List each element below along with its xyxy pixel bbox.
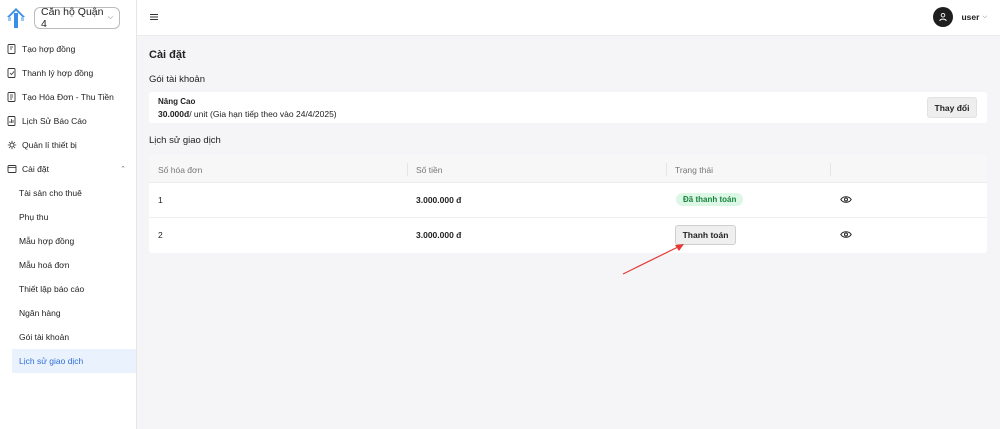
table-row: 2 3.000.000 đ Thanh toán xyxy=(149,218,987,253)
sidebar: Căn hộ Quận 4 ⌵ Tạo hợp đồng Thanh lý hợ… xyxy=(0,0,137,429)
invoice-number: 1 xyxy=(158,195,163,205)
sidebar-item-label: Tạo hợp đồng xyxy=(22,44,76,54)
page-title: Cài đặt xyxy=(149,49,186,61)
user-menu[interactable]: user ⌵ xyxy=(933,7,987,27)
sidebar-subitem-report-settings[interactable]: Thiết lập báo cáo xyxy=(0,277,136,301)
sidebar-item-label: Lịch sử giao dịch xyxy=(19,356,84,366)
sidebar-subitem-surcharge[interactable]: Phụ thu xyxy=(0,205,136,229)
sidebar-subitem-invoice-template[interactable]: Mẫu hoá đơn xyxy=(0,253,136,277)
top-header: user ⌵ xyxy=(137,0,1000,36)
sidebar-subitem-bank[interactable]: Ngân hàng xyxy=(0,301,136,325)
property-selector[interactable]: Căn hộ Quận 4 ⌵ xyxy=(34,6,120,30)
plan-section-title: Gói tài khoản xyxy=(149,74,205,85)
chevron-down-icon: ⌵ xyxy=(107,14,113,21)
column-divider xyxy=(666,163,667,176)
contract-add-icon xyxy=(7,44,17,54)
sidebar-item-settings[interactable]: Cài đặt ⌃ xyxy=(0,157,136,181)
username: user xyxy=(961,12,980,22)
contract-end-icon xyxy=(7,68,17,78)
user-icon xyxy=(939,12,948,22)
sidebar-item-label: Gói tài khoản xyxy=(19,332,70,342)
report-history-icon xyxy=(7,116,17,126)
invoice-amount: 3.000.000 đ xyxy=(416,195,462,205)
sidebar-menu: Tạo hợp đồng Thanh lý hợp đồng Tạo Hóa Đ… xyxy=(0,37,136,373)
column-header-amount: Số tiền xyxy=(416,165,443,175)
sidebar-subitem-contract-template[interactable]: Mẫu hợp đồng xyxy=(0,229,136,253)
status-badge: Đã thanh toán xyxy=(676,193,744,206)
sidebar-subitem-account-plan[interactable]: Gói tài khoản xyxy=(0,325,136,349)
invoice-number: 2 xyxy=(158,230,163,240)
table-header: Số hóa đơn Số tiền Trạng thái xyxy=(149,155,987,183)
sidebar-item-device-management[interactable]: Quản lí thiết bị xyxy=(0,133,136,157)
sidebar-item-terminate-contract[interactable]: Thanh lý hợp đồng xyxy=(0,61,136,85)
sidebar-item-label: Cài đặt xyxy=(22,164,49,174)
history-section-title: Lịch sử giao dịch xyxy=(149,135,221,146)
sidebar-item-label: Quản lí thiết bị xyxy=(22,140,77,150)
device-icon xyxy=(7,140,17,150)
column-header-invoice: Số hóa đơn xyxy=(158,165,203,175)
invoice-amount: 3.000.000 đ xyxy=(416,230,462,240)
avatar[interactable] xyxy=(933,7,954,27)
sidebar-item-label: Thiết lập báo cáo xyxy=(19,284,85,294)
column-divider xyxy=(830,163,831,176)
transaction-table: Số hóa đơn Số tiền Trạng thái 1 3.000.00… xyxy=(149,155,987,253)
app-logo-icon[interactable] xyxy=(4,6,28,30)
sidebar-item-label: Tạo Hóa Đơn - Thu Tiền xyxy=(22,92,114,102)
column-divider xyxy=(407,163,408,176)
sidebar-item-create-contract[interactable]: Tạo hợp đồng xyxy=(0,37,136,61)
sidebar-item-label: Lịch Sử Báo Cáo xyxy=(22,116,87,126)
chevron-up-icon: ⌃ xyxy=(120,166,126,173)
menu-toggle-icon[interactable] xyxy=(150,13,158,21)
eye-icon[interactable] xyxy=(840,195,852,204)
property-selector-value: Căn hộ Quận 4 xyxy=(41,6,104,30)
sidebar-subitem-transaction-history[interactable]: Lịch sử giao dịch xyxy=(12,349,136,373)
plan-price-amount: 30.000đ xyxy=(158,109,190,119)
plan-name: Nâng Cao xyxy=(158,97,196,106)
sidebar-item-label: Mẫu hợp đồng xyxy=(19,236,75,246)
column-header-status: Trạng thái xyxy=(675,165,713,175)
plan-price: 30.000đ/ unit (Gia hạn tiếp theo vào 24/… xyxy=(158,109,337,119)
sidebar-item-label: Phụ thu xyxy=(19,212,49,222)
annotation-arrow xyxy=(622,244,684,275)
invoice-icon xyxy=(7,92,17,102)
plan-price-suffix: / unit (Gia hạn tiếp theo vào 24/4/2025) xyxy=(189,109,337,119)
gear-icon xyxy=(7,164,17,174)
plan-card: Nâng Cao 30.000đ/ unit (Gia hạn tiếp the… xyxy=(149,92,987,123)
eye-icon[interactable] xyxy=(840,230,852,239)
change-plan-button[interactable]: Thay đổi xyxy=(927,97,977,118)
sidebar-subitem-rental-assets[interactable]: Tài sản cho thuê xyxy=(0,181,136,205)
sidebar-header: Căn hộ Quận 4 ⌵ xyxy=(0,0,136,36)
sidebar-item-create-invoice[interactable]: Tạo Hóa Đơn - Thu Tiền xyxy=(0,85,136,109)
table-row: 1 3.000.000 đ Đã thanh toán xyxy=(149,183,987,218)
chevron-down-icon: ⌵ xyxy=(982,13,987,20)
sidebar-item-label: Thanh lý hợp đồng xyxy=(22,68,94,78)
sidebar-item-report-history[interactable]: Lịch Sử Báo Cáo xyxy=(0,109,136,133)
sidebar-item-label: Tài sản cho thuê xyxy=(19,188,82,198)
sidebar-item-label: Ngân hàng xyxy=(19,308,61,318)
sidebar-item-label: Mẫu hoá đơn xyxy=(19,260,70,270)
